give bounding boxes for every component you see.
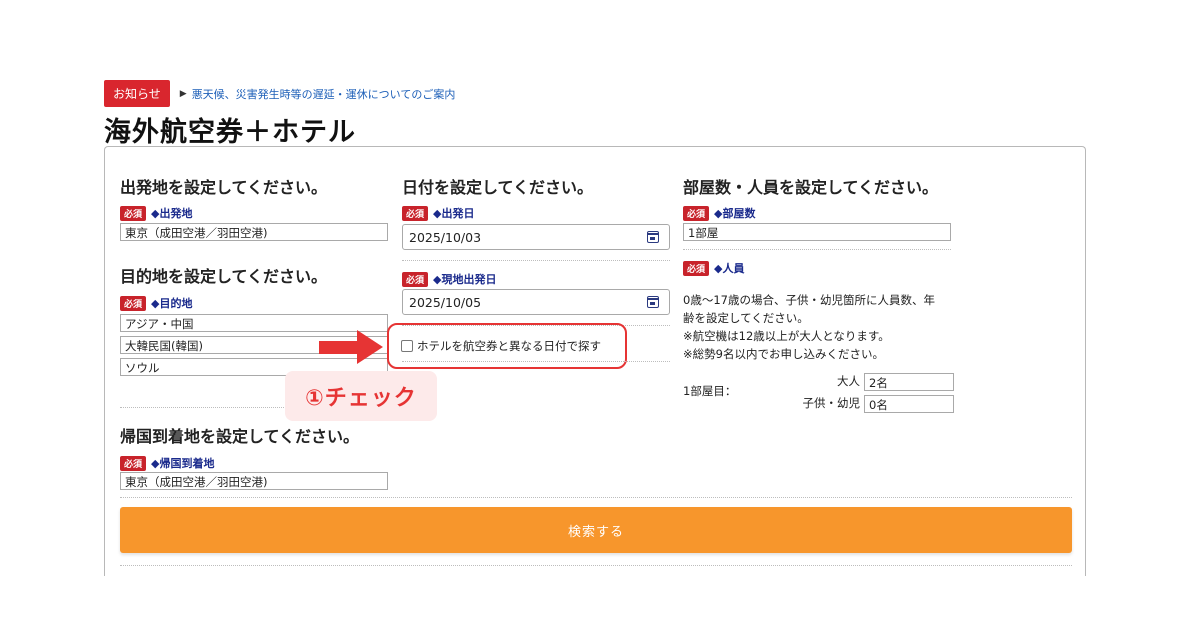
calendar-icon[interactable] [647, 296, 659, 308]
arrow-right-icon [357, 330, 383, 364]
room1-label: 1部屋目： [683, 384, 737, 398]
departure-heading: 出発地を設定してください。 [120, 178, 328, 197]
departure-field[interactable]: 東京（成田空港／羽田空港) [120, 223, 388, 241]
departure-date-field[interactable]: 2025/10/03 [402, 224, 670, 250]
divider [120, 565, 1072, 566]
departure-label: 必須 ◆出発地 [120, 205, 192, 221]
adult-label: 大人 [837, 374, 860, 388]
dates-heading: 日付を設定してください。 [402, 178, 594, 197]
required-badge: 必須 [120, 295, 147, 311]
rooms-label-text: ◆部屋数 [714, 207, 756, 220]
local-departure-date-label-text: ◆現地出発日 [433, 273, 497, 286]
page-title: 海外航空券＋ホテル [104, 117, 356, 148]
people-info-text: 0歳〜17歳の場合、子供・幼児箇所に人員数、年 齢を設定してください。 ※航空機… [683, 291, 973, 363]
required-badge: 必須 [683, 260, 710, 276]
required-badge: 必須 [120, 455, 147, 471]
hotel-different-date-option[interactable]: ホテルを航空券と異なる日付で探す [387, 323, 627, 369]
info-line: 齢を設定してください。 [683, 311, 809, 325]
child-count-select[interactable]: 0名 [864, 395, 954, 413]
departure-date-label: 必須 ◆出発日 [402, 205, 474, 221]
divider [120, 497, 1072, 498]
people-label-text: ◆人員 [714, 262, 745, 275]
annotation-arrow-shaft [319, 341, 361, 354]
return-arrival-field[interactable]: 東京（成田空港／羽田空港) [120, 472, 388, 490]
divider [683, 249, 951, 250]
local-departure-date-value: 2025/10/05 [409, 295, 482, 310]
destination-label: 必須 ◆目的地 [120, 295, 192, 311]
triangle-right-icon: ▶ [179, 88, 187, 99]
search-form-panel: 出発地を設定してください。 必須 ◆出発地 東京（成田空港／羽田空港) 目的地を… [104, 146, 1086, 576]
rooms-heading: 部屋数・人員を設定してください。 [683, 178, 939, 197]
notice-badge: お知らせ [104, 80, 170, 107]
rooms-select[interactable]: 1部屋 [683, 223, 951, 241]
child-label: 子供・幼児 [802, 396, 861, 410]
rooms-label: 必須 ◆部屋数 [683, 205, 755, 221]
hotel-different-date-checkbox[interactable] [401, 340, 413, 352]
calendar-icon[interactable] [647, 231, 659, 243]
required-badge: 必須 [120, 205, 147, 221]
departure-label-text: ◆出発地 [151, 207, 193, 220]
hotel-different-date-label[interactable]: ホテルを航空券と異なる日付で探す [417, 338, 601, 354]
notice-bar: お知らせ ▶ 悪天候、災害発生時等の遅延・運休についてのご案内 [104, 80, 455, 107]
info-line: 0歳〜17歳の場合、子供・幼児箇所に人員数、年 [683, 293, 935, 307]
departure-date-value: 2025/10/03 [409, 230, 482, 245]
notice-link[interactable]: 悪天候、災害発生時等の遅延・運休についてのご案内 [192, 86, 456, 102]
search-button[interactable]: 検索する [120, 507, 1072, 553]
return-arrival-heading: 帰国到着地を設定してください。 [120, 427, 360, 446]
destination-region-select[interactable]: アジア・中国 [120, 314, 388, 332]
destination-label-text: ◆目的地 [151, 297, 193, 310]
destination-heading: 目的地を設定してください。 [120, 267, 328, 286]
required-badge: 必須 [402, 271, 429, 287]
divider [402, 260, 670, 261]
divider [402, 361, 670, 362]
return-arrival-label: 必須 ◆帰国到着地 [120, 455, 214, 471]
return-arrival-label-text: ◆帰国到着地 [151, 457, 215, 470]
people-label: 必須 ◆人員 [683, 260, 744, 276]
local-departure-date-field[interactable]: 2025/10/05 [402, 289, 670, 315]
info-line: ※航空機は12歳以上が大人となります。 [683, 329, 890, 343]
annotation-check-note: ①チェック [285, 371, 437, 421]
info-line: ※総勢9名以内でお申し込みください。 [683, 347, 884, 361]
adult-count-select[interactable]: 2名 [864, 373, 954, 391]
departure-date-label-text: ◆出発日 [433, 207, 475, 220]
required-badge: 必須 [402, 205, 429, 221]
local-departure-date-label: 必須 ◆現地出発日 [402, 271, 496, 287]
required-badge: 必須 [683, 205, 710, 221]
